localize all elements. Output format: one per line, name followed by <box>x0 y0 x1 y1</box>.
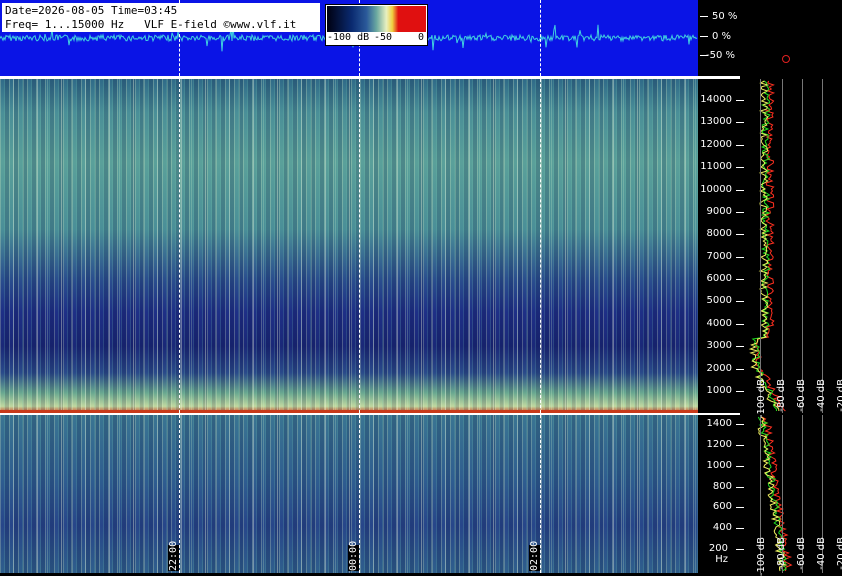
waveform-scale-panel: 50 % 0 % -50 % <box>698 0 842 76</box>
freq-tick-label-hi: 6000 <box>706 273 732 285</box>
spectrogram-low: 22:00 00:00 02:00 <box>0 415 698 573</box>
scale-50-label: 50 % <box>712 11 738 22</box>
db-axis-label: -100 dB <box>756 537 767 576</box>
freq-tick-lo <box>736 486 744 488</box>
freq-tick-lo <box>736 549 744 550</box>
freq-tick-hi <box>736 301 744 303</box>
frequency-info-text: Freq= 1...15000 Hz VLF E-field ©www.vlf.… <box>5 18 297 31</box>
freq-tick-label-lo: 200 Hz <box>708 543 728 565</box>
time-marker-line-hi-2 <box>359 79 360 413</box>
spectrogram-high <box>0 79 698 413</box>
freq-tick-label-hi: 1000 <box>706 385 732 396</box>
db-axis-label: -60 dB <box>796 537 807 570</box>
freq-tick-label-hi: 4000 <box>706 317 732 329</box>
freq-tick-lo <box>736 444 744 446</box>
freq-tick-label-lo: 1200 <box>706 438 732 450</box>
freq-tick-lo <box>736 528 744 530</box>
time-marker-line-hi-1 <box>179 79 180 413</box>
freq-tick-hi <box>736 122 744 124</box>
freq-tick-label-hi: 9000 <box>706 205 732 217</box>
freq-tick-hi <box>736 346 744 348</box>
freq-tick-hi <box>736 167 744 169</box>
panel-separator <box>698 413 740 415</box>
freq-tick-label-lo: 400 <box>712 522 732 534</box>
colorbar-min-label: -100 dB <box>327 32 370 43</box>
freq-tick-label-lo: 800 <box>712 480 732 492</box>
freq-tick-hi <box>736 256 744 258</box>
freq-tick-label-hi: 12000 <box>700 138 732 150</box>
time-label-02: 02:00 <box>529 540 540 571</box>
time-marker-line-3 <box>540 0 541 76</box>
freq-tick-label-lo: 1400 <box>706 418 732 429</box>
time-label-00: 00:00 <box>348 540 359 571</box>
freq-tick-label-hi: 10000 <box>700 183 732 195</box>
scale-0-label: 0 % <box>712 31 732 42</box>
spectrum-grid-line <box>760 79 761 413</box>
freq-tick-label-lo: 600 <box>712 501 732 513</box>
time-marker-line-lo-3 <box>540 415 541 573</box>
colorbar-max-label: 0 <box>418 32 425 43</box>
info-header: Date=2026-08-05 Time=03:45 Freq= 1...150… <box>2 3 320 32</box>
freq-tick-label-hi: 11000 <box>700 161 732 173</box>
db-axis-label: -40 dB <box>816 379 827 412</box>
freq-tick-label-hi: 13000 <box>700 116 732 128</box>
freq-tick-hi <box>736 144 744 146</box>
freq-tick-hi <box>736 368 744 370</box>
spectrum-grid-line <box>802 79 803 413</box>
freq-tick-hi <box>736 279 744 281</box>
spectrum-panel: 14000 13000 12000 11000 10000 9000 8000 7000 600… <box>698 79 842 576</box>
date-time-text: Date=2026-08-05 Time=03:45 <box>5 4 178 17</box>
db-axis-label: -20 dB <box>836 379 842 412</box>
freq-tick-lo <box>736 465 744 467</box>
time-label-22: 22:00 <box>168 540 179 571</box>
db-axis-label: -60 dB <box>796 379 807 412</box>
scale-neg50-label: -50 % <box>706 50 736 61</box>
freq-tick-label-hi: 7000 <box>706 250 732 262</box>
freq-tick-label-hi: 8000 <box>706 228 732 240</box>
freq-tick-hi <box>736 100 744 101</box>
freq-tick-label-hi: 3000 <box>706 340 732 352</box>
freq-tick-label-lo: 1000 <box>706 459 732 471</box>
time-marker-line-lo-1 <box>179 415 180 573</box>
db-axis-label: -40 dB <box>816 537 827 570</box>
freq-tick-hi <box>736 189 744 191</box>
db-axis-label: -80 dB <box>776 379 787 412</box>
freq-tick-label-hi: 5000 <box>706 295 732 307</box>
marker-circle-icon <box>782 55 790 63</box>
spectrum-grid-line <box>782 79 783 413</box>
freq-tick-hi <box>736 234 744 236</box>
time-marker-line-hi-3 <box>540 79 541 413</box>
freq-tick-hi <box>736 323 744 325</box>
freq-tick-label-hi: 2000 <box>706 362 732 374</box>
spectrum-grid-line <box>822 79 823 413</box>
freq-tick-hi <box>736 391 744 392</box>
spectrum-trace-green-hi <box>751 80 777 412</box>
colorbar-gradient <box>327 6 426 32</box>
freq-tick-label-hi: 14000 <box>700 94 732 105</box>
time-marker-line-lo-2 <box>359 415 360 573</box>
db-axis-label: -100 dB <box>756 379 767 419</box>
colorbar-legend: -100 dB -50 0 <box>325 4 428 46</box>
freq-tick-lo <box>736 424 744 425</box>
db-axis-label: -20 dB <box>836 537 842 570</box>
colorbar-mid-label: -50 <box>374 32 393 43</box>
db-axis-label: -80 dB <box>776 537 787 570</box>
freq-tick-hi <box>736 211 744 213</box>
freq-tick-lo <box>736 507 744 509</box>
